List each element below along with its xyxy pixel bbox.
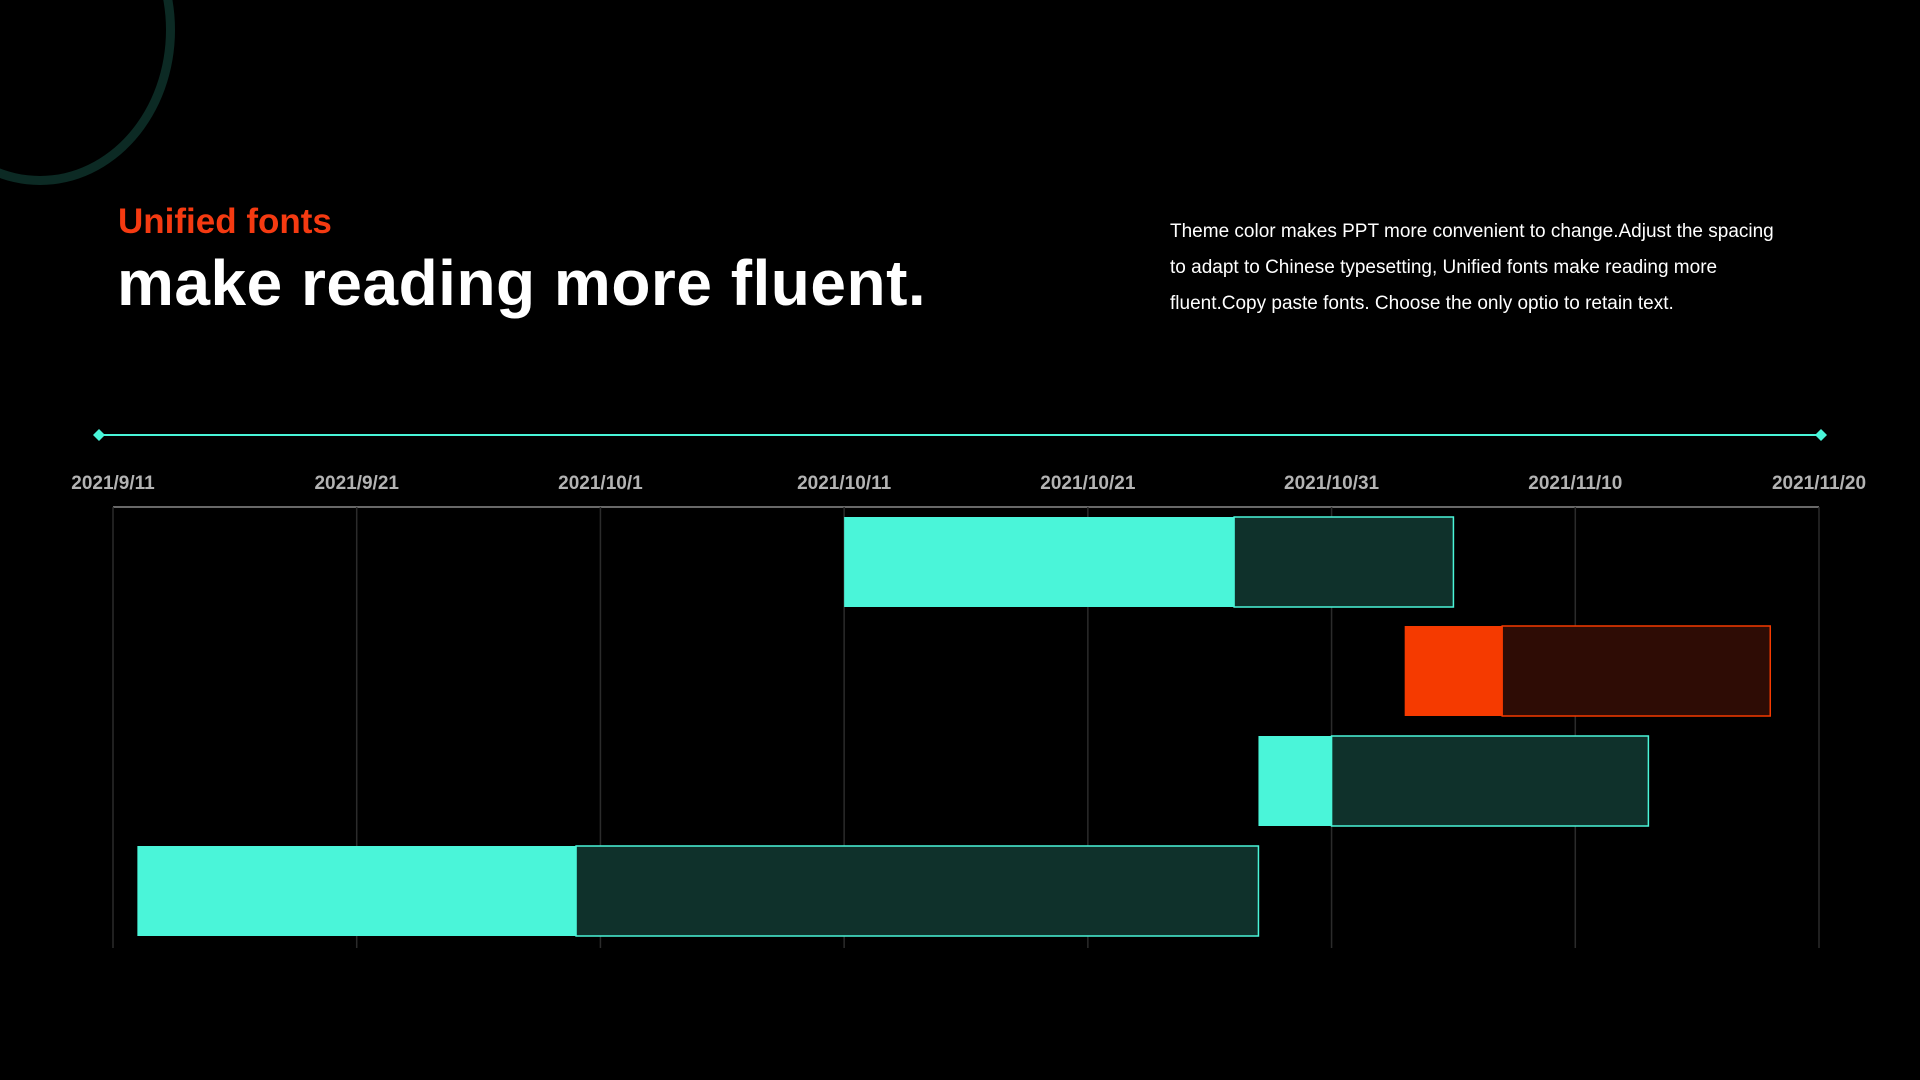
gantt-bar-remaining <box>1330 735 1650 827</box>
gantt-bars <box>137 516 1772 937</box>
gantt-bar-progress <box>844 517 1235 607</box>
x-tick-label: 2021/10/11 <box>797 473 891 494</box>
x-tick-label: 2021/11/10 <box>1528 473 1622 494</box>
x-tick-label: 2021/10/31 <box>1284 473 1380 494</box>
x-tick-label: 2021/11/20 <box>1772 473 1866 494</box>
gantt-bar-progress <box>1258 736 1332 826</box>
gantt-bar-remaining-highlight <box>1501 625 1772 717</box>
gantt-chart: 2021/9/11 2021/9/21 2021/10/1 2021/10/11 202… <box>71 429 1866 948</box>
gantt-bar-progress <box>137 846 577 936</box>
x-tick-label: 2021/10/21 <box>1040 473 1136 494</box>
x-tick-label: 2021/9/21 <box>314 473 399 494</box>
timeline-line <box>93 429 1827 441</box>
gantt-bar-remaining <box>1233 516 1455 608</box>
timeline-start-diamond <box>93 429 105 441</box>
x-axis-ticks: 2021/9/11 2021/9/21 2021/10/1 2021/10/11 202… <box>71 473 1866 494</box>
timeline-end-diamond <box>1815 429 1827 441</box>
gantt-bar-progress-highlight <box>1404 626 1503 716</box>
x-tick-label: 2021/9/11 <box>71 473 155 494</box>
gantt-bar-remaining <box>575 845 1260 937</box>
x-tick-label: 2021/10/1 <box>558 473 643 494</box>
